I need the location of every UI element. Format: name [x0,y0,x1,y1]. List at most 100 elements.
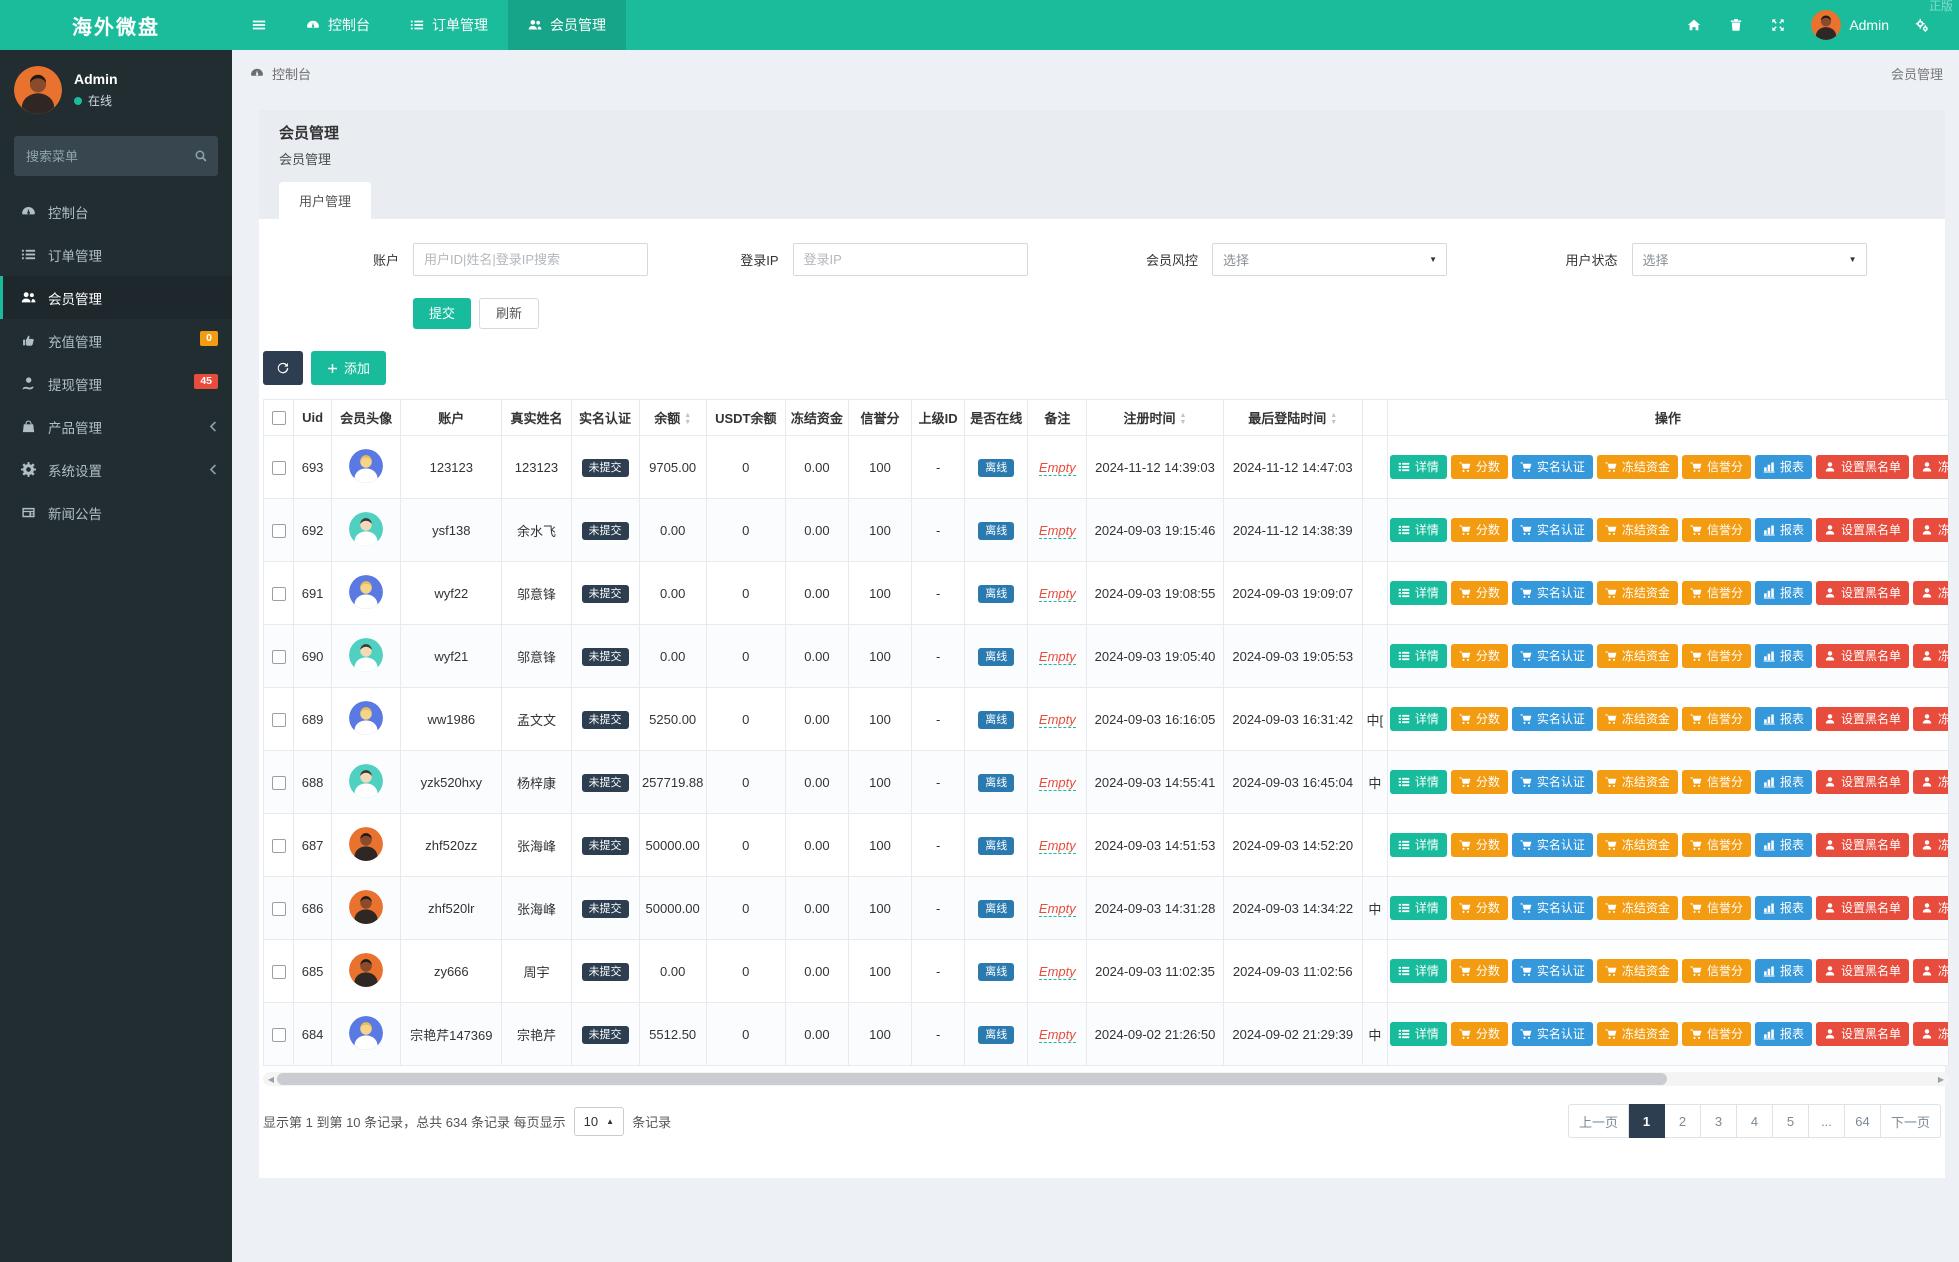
scrollbar-thumb[interactable] [277,1073,1667,1085]
score-button[interactable]: 分数 [1450,455,1508,479]
row-checkbox[interactable] [271,712,286,727]
row-checkbox[interactable] [271,775,286,790]
sidebar-item-会员管理[interactable]: 会员管理 [0,276,232,319]
page-button-下一页[interactable]: 下一页 [1880,1104,1941,1138]
detail-button[interactable]: 详情 [1389,770,1447,794]
freeze-funds-button[interactable]: 冻结资金 [1596,581,1678,605]
realname-verify-button[interactable]: 实名认证 [1511,518,1593,542]
refresh-table-button[interactable] [263,351,303,385]
detail-button[interactable]: 详情 [1389,518,1447,542]
realname-verify-button[interactable]: 实名认证 [1511,581,1593,605]
freeze-button[interactable]: 冻结 [1912,896,1948,920]
note-link[interactable]: Empty [1038,837,1076,854]
login-ip-input[interactable] [792,243,1028,276]
note-link[interactable]: Empty [1038,522,1076,539]
note-link[interactable]: Empty [1038,648,1076,665]
page-button-2[interactable]: 2 [1664,1104,1701,1138]
freeze-funds-button[interactable]: 冻结资金 [1596,770,1678,794]
freeze-funds-button[interactable]: 冻结资金 [1596,518,1678,542]
detail-button[interactable]: 详情 [1389,833,1447,857]
freeze-button[interactable]: 冻结 [1912,455,1948,479]
credit-score-button[interactable]: 信誉分 [1681,1022,1751,1046]
home-button[interactable] [1673,0,1715,50]
sort-icon[interactable]: ▲ ▼ [684,412,691,426]
realname-verify-button[interactable]: 实名认证 [1511,1022,1593,1046]
detail-button[interactable]: 详情 [1389,707,1447,731]
column-header-balance[interactable]: 余额 [654,411,680,426]
score-button[interactable]: 分数 [1450,896,1508,920]
blacklist-button[interactable]: 设置黑名单 [1815,833,1909,857]
freeze-funds-button[interactable]: 冻结资金 [1596,833,1678,857]
freeze-button[interactable]: 冻结 [1912,644,1948,668]
credit-score-button[interactable]: 信誉分 [1681,959,1751,983]
blacklist-button[interactable]: 设置黑名单 [1815,1022,1909,1046]
note-link[interactable]: Empty [1038,1026,1076,1043]
blacklist-button[interactable]: 设置黑名单 [1815,959,1909,983]
nav-item-订单管理[interactable]: 订单管理 [390,0,508,50]
page-button-3[interactable]: 3 [1700,1104,1737,1138]
freeze-button[interactable]: 冻结 [1912,959,1948,983]
sidebar-search-input[interactable] [14,136,218,176]
freeze-funds-button[interactable]: 冻结资金 [1596,1022,1678,1046]
sidebar-item-控制台[interactable]: 控制台 [0,190,232,233]
score-button[interactable]: 分数 [1450,833,1508,857]
select-all-checkbox[interactable] [271,411,286,426]
credit-score-button[interactable]: 信誉分 [1681,770,1751,794]
report-button[interactable]: 报表 [1754,833,1812,857]
score-button[interactable]: 分数 [1450,707,1508,731]
realname-verify-button[interactable]: 实名认证 [1511,707,1593,731]
note-link[interactable]: Empty [1038,585,1076,602]
credit-score-button[interactable]: 信誉分 [1681,455,1751,479]
report-button[interactable]: 报表 [1754,959,1812,983]
row-checkbox[interactable] [271,523,286,538]
blacklist-button[interactable]: 设置黑名单 [1815,455,1909,479]
freeze-funds-button[interactable]: 冻结资金 [1596,644,1678,668]
page-button-1[interactable]: 1 [1628,1104,1665,1138]
report-button[interactable]: 报表 [1754,770,1812,794]
sort-icon[interactable]: ▲ ▼ [1330,412,1337,426]
row-checkbox[interactable] [271,901,286,916]
note-link[interactable]: Empty [1038,963,1076,980]
column-header-reg_time[interactable]: 注册时间 [1124,411,1176,426]
horizontal-scrollbar[interactable]: ◀ ▶ [263,1072,1949,1086]
page-button-...[interactable]: ... [1808,1104,1845,1138]
credit-score-button[interactable]: 信誉分 [1681,644,1751,668]
blacklist-button[interactable]: 设置黑名单 [1815,770,1909,794]
freeze-button[interactable]: 冻结 [1912,770,1948,794]
freeze-button[interactable]: 冻结 [1912,518,1948,542]
add-member-button[interactable]: 添加 [311,351,387,385]
score-button[interactable]: 分数 [1450,644,1508,668]
row-checkbox[interactable] [271,964,286,979]
tab-user-management[interactable]: 用户管理 [279,182,372,219]
submit-button[interactable]: 提交 [413,298,472,329]
report-button[interactable]: 报表 [1754,455,1812,479]
realname-verify-button[interactable]: 实名认证 [1511,833,1593,857]
freeze-funds-button[interactable]: 冻结资金 [1596,707,1678,731]
row-checkbox[interactable] [271,838,286,853]
refresh-filters-button[interactable]: 刷新 [479,298,540,329]
user-status-select[interactable]: 选择 ▼ [1631,243,1867,276]
freeze-funds-button[interactable]: 冻结资金 [1596,896,1678,920]
report-button[interactable]: 报表 [1754,896,1812,920]
scroll-right-arrow[interactable]: ▶ [1933,1075,1949,1084]
credit-score-button[interactable]: 信誉分 [1681,518,1751,542]
page-button-上一页[interactable]: 上一页 [1567,1104,1629,1138]
page-button-4[interactable]: 4 [1736,1104,1773,1138]
detail-button[interactable]: 详情 [1389,959,1447,983]
detail-button[interactable]: 详情 [1389,896,1447,920]
note-link[interactable]: Empty [1038,900,1076,917]
row-checkbox[interactable] [271,586,286,601]
page-button-5[interactable]: 5 [1772,1104,1809,1138]
score-button[interactable]: 分数 [1450,518,1508,542]
freeze-funds-button[interactable]: 冻结资金 [1596,959,1678,983]
detail-button[interactable]: 详情 [1389,581,1447,605]
credit-score-button[interactable]: 信誉分 [1681,896,1751,920]
sort-icon[interactable]: ▲ ▼ [1180,412,1187,426]
row-checkbox[interactable] [271,460,286,475]
score-button[interactable]: 分数 [1450,1022,1508,1046]
sidebar-item-提现管理[interactable]: 提现管理 45 [0,362,232,405]
report-button[interactable]: 报表 [1754,644,1812,668]
column-header-last_time[interactable]: 最后登陆时间 [1248,411,1326,426]
score-button[interactable]: 分数 [1450,959,1508,983]
realname-verify-button[interactable]: 实名认证 [1511,644,1593,668]
